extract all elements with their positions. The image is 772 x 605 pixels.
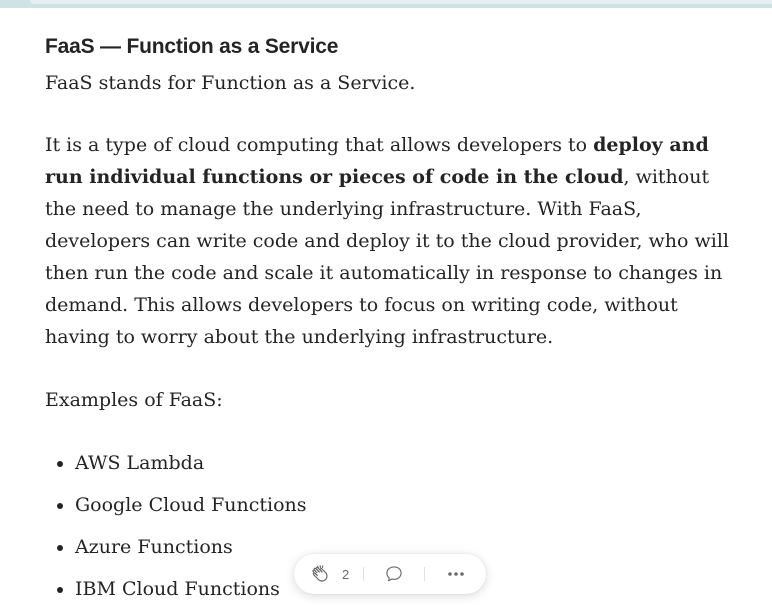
more-options-button[interactable] <box>447 571 465 577</box>
clap-count: 2 <box>342 566 350 582</box>
list-item: Google Cloud Functions <box>57 489 735 521</box>
comment-button[interactable] <box>384 564 404 584</box>
definition-text-end: , without the need to manage the underly… <box>45 166 729 348</box>
definition-text-start: It is a type of cloud computing that all… <box>45 134 594 156</box>
more-icon <box>447 571 465 577</box>
definition-paragraph: It is a type of cloud computing that all… <box>45 129 735 353</box>
examples-label: Examples of FaaS: <box>45 389 223 411</box>
top-strip <box>0 0 772 8</box>
floating-action-bar: 2 <box>294 554 486 594</box>
clap-button[interactable]: 2 <box>310 563 349 585</box>
divider <box>363 567 365 581</box>
comment-icon <box>384 564 404 584</box>
top-strip-inner <box>30 0 772 4</box>
section-heading: FaaS — Function as a Service <box>45 35 339 58</box>
intro-paragraph: FaaS stands for Function as a Service. <box>45 72 416 94</box>
list-item: AWS Lambda <box>57 447 735 479</box>
divider <box>424 567 426 581</box>
clap-icon <box>310 563 332 585</box>
article-body: FaaS — Function as a Service FaaS stands… <box>45 30 735 605</box>
